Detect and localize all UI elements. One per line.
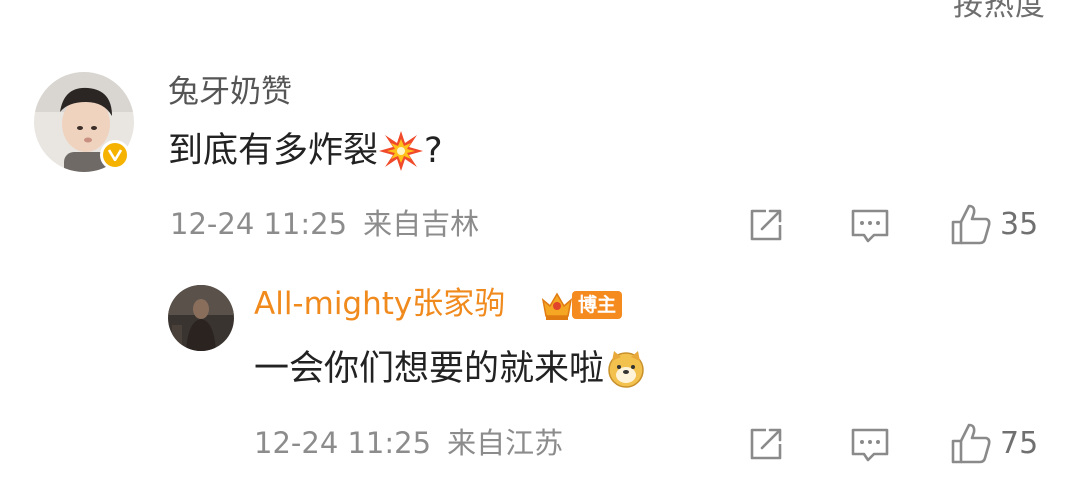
share-icon — [750, 428, 782, 460]
verified-badge-icon — [100, 140, 130, 170]
reply-text-body: 一会你们想要的就来啦 — [254, 349, 605, 389]
reply-comment-button[interactable] — [850, 424, 890, 464]
like-count: 35 — [1000, 206, 1039, 242]
share-icon — [750, 209, 782, 241]
sort-label[interactable]: 按热度 — [953, 0, 1046, 24]
comment-text: 到底有多炸裂 ? — [168, 128, 443, 174]
doge-icon — [606, 349, 646, 389]
blogger-badge: 博主 — [540, 288, 623, 322]
reply-button[interactable] — [850, 205, 890, 245]
comment-location: 来自吉林 — [363, 207, 480, 241]
share-button[interactable] — [746, 205, 786, 245]
crown-icon — [541, 292, 573, 320]
reply-share-button[interactable] — [746, 424, 786, 464]
reply-meta: 12-24 11:25 来自江苏 — [254, 425, 563, 461]
reply-username[interactable]: All-mighty张家驹 — [254, 284, 505, 324]
reply-text: 一会你们想要的就来啦 — [254, 346, 646, 392]
comment-text-body: 到底有多炸裂 — [168, 131, 379, 171]
comment-meta: 12-24 11:25 来自吉林 — [170, 206, 479, 242]
thumbs-up-icon — [951, 423, 991, 464]
comment-timestamp: 12-24 11:25 — [170, 207, 348, 241]
reply-location: 来自江苏 — [447, 426, 564, 460]
comment-text-suffix: ? — [424, 131, 443, 171]
thumbs-up-icon — [951, 204, 991, 245]
comment-icon — [851, 428, 889, 462]
reply-avatar[interactable] — [168, 285, 234, 351]
reply-timestamp: 12-24 11:25 — [254, 426, 432, 460]
comment-username[interactable]: 兔牙奶赞 — [168, 72, 292, 112]
explosion-icon — [379, 131, 424, 171]
like-button[interactable]: 35 — [950, 202, 1038, 246]
blogger-badge-label: 博主 — [572, 291, 623, 319]
comment-icon — [851, 209, 889, 243]
reply-like-button[interactable]: 75 — [950, 421, 1038, 465]
reply-like-count: 75 — [1000, 425, 1039, 461]
